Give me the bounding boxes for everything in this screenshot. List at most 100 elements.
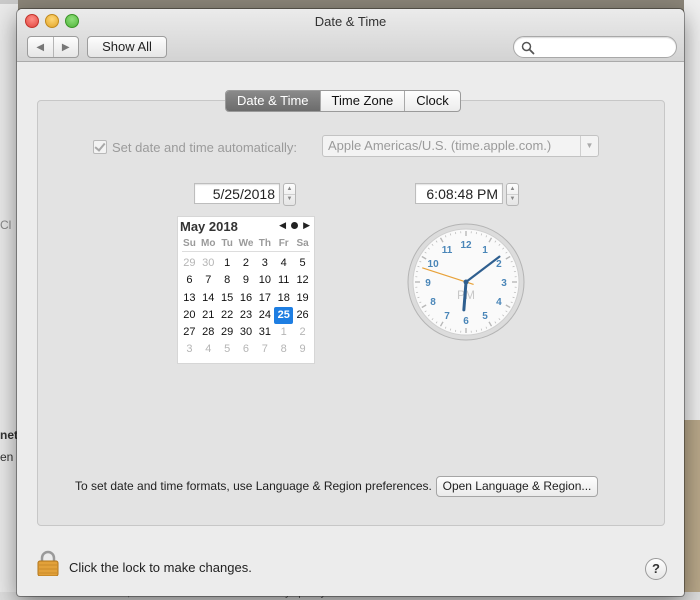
calendar-day[interactable]: 1	[218, 255, 237, 272]
tab-bar: Date & Time Time Zone Clock	[225, 90, 461, 112]
calendar-day[interactable]: 9	[237, 272, 256, 289]
calendar-day[interactable]: 15	[218, 290, 237, 307]
lock-icon[interactable]	[37, 550, 59, 576]
background-text-fragment: Cl	[0, 218, 12, 232]
previous-month-icon[interactable]: ◀	[279, 220, 286, 231]
time-stepper[interactable]: ▲ ▼	[506, 183, 519, 206]
clock-numeral: 7	[444, 311, 450, 322]
calendar-day[interactable]: 7	[199, 272, 218, 289]
clock-numeral: 1	[482, 245, 488, 256]
help-button[interactable]: ?	[645, 558, 667, 580]
calendar-weekday: Fr	[278, 238, 289, 249]
clock-numeral: 2	[496, 259, 502, 270]
stepper-down-icon[interactable]: ▼	[284, 194, 295, 204]
clock-numeral: 9	[425, 278, 431, 289]
calendar-day[interactable]: 30	[237, 324, 256, 341]
calendar-day[interactable]: 6	[180, 272, 199, 289]
background-window-right	[684, 0, 700, 600]
calendar-day[interactable]: 2	[293, 324, 312, 341]
tab-clock[interactable]: Clock	[404, 91, 460, 111]
clock-numeral: 4	[496, 297, 502, 308]
calendar-weekday: We	[238, 238, 254, 249]
calendar-day[interactable]: 6	[237, 341, 256, 358]
calendar-day[interactable]: 16	[237, 290, 256, 307]
clock-numeral: 6	[463, 316, 469, 327]
calendar-day[interactable]: 28	[199, 324, 218, 341]
clock-numeral: 12	[460, 240, 472, 251]
search-icon	[521, 41, 535, 55]
calendar-day[interactable]: 27	[180, 324, 199, 341]
calendar-day[interactable]: 10	[255, 272, 274, 289]
time-field[interactable]: 6:08:48 PM	[415, 183, 503, 204]
analog-clock: 121234567891011PM	[407, 223, 525, 341]
calendar-day[interactable]: 29	[180, 255, 199, 272]
back-forward-control: ◀ ▶	[27, 36, 79, 58]
calendar-day[interactable]: 4	[199, 341, 218, 358]
calendar-day[interactable]: 21	[199, 307, 218, 324]
auto-time-row: Set date and time automatically:	[93, 137, 297, 157]
lock-message: Click the lock to make changes.	[69, 560, 252, 575]
calendar-divider	[182, 251, 310, 252]
time-server-value: Apple Americas/U.S. (time.apple.com.)	[328, 138, 552, 153]
calendar-day[interactable]: 3	[255, 255, 274, 272]
calendar-day[interactable]: 22	[218, 307, 237, 324]
calendar-weekday-row: Su Mo Tu We Th Fr Sa	[180, 238, 312, 249]
calendar-day[interactable]: 11	[274, 272, 293, 289]
calendar-day[interactable]: 5	[218, 341, 237, 358]
calendar-day[interactable]: 1	[274, 324, 293, 341]
chevron-left-icon: ◀	[36, 41, 45, 53]
show-all-button[interactable]: Show All	[87, 36, 167, 58]
background-text-fragment: en	[0, 450, 14, 464]
forward-button[interactable]: ▶	[52, 37, 79, 57]
calendar-day[interactable]: 8	[274, 341, 293, 358]
calendar-day[interactable]: 14	[199, 290, 218, 307]
calendar-day-grid: 29 30 1 2 3 4 5 6 7 8 9 10 11 12 13 14 15 16 17 18 19 20 21 22 2…	[180, 255, 312, 359]
auto-time-checkbox[interactable]	[93, 140, 107, 154]
background-text-fragment: net	[0, 428, 18, 442]
search-input[interactable]	[513, 36, 677, 58]
date-time-window: Date & Time ◀ ▶ Show All Date & Time Tim…	[17, 9, 684, 596]
calendar-day[interactable]: 3	[180, 341, 199, 358]
calendar-day[interactable]: 5	[293, 255, 312, 272]
time-server-select[interactable]: Apple Americas/U.S. (time.apple.com.) ▼	[322, 135, 599, 157]
date-field[interactable]: 5/25/2018	[194, 183, 280, 204]
calendar-day[interactable]: 23	[237, 307, 256, 324]
calendar-day[interactable]: 30	[199, 255, 218, 272]
auto-time-label: Set date and time automatically:	[112, 139, 297, 155]
calendar-day[interactable]: 12	[293, 272, 312, 289]
clock-hour-hand	[462, 280, 468, 312]
calendar-day[interactable]: 7	[255, 341, 274, 358]
calendar-day[interactable]: 9	[293, 341, 312, 358]
calendar-day-selected[interactable]: 25	[274, 306, 294, 325]
open-language-region-button[interactable]: Open Language & Region...	[436, 476, 598, 497]
clock-numeral: 8	[430, 297, 436, 308]
clock-numeral: 10	[428, 259, 440, 270]
calendar-weekday: Sa	[296, 238, 309, 249]
calendar-day[interactable]: 31	[255, 324, 274, 341]
date-stepper[interactable]: ▲ ▼	[283, 183, 296, 206]
tab-time-zone[interactable]: Time Zone	[319, 91, 405, 111]
tab-date-time[interactable]: Date & Time	[226, 91, 320, 111]
today-dot-icon[interactable]	[291, 222, 299, 229]
background-strip	[0, 0, 18, 4]
calendar-day[interactable]: 4	[274, 255, 293, 272]
calendar-header: May 2018 ◀ ▶	[178, 217, 314, 235]
window-title: Date & Time	[314, 14, 387, 29]
next-month-icon[interactable]: ▶	[303, 220, 310, 231]
calendar-weekday: Th	[258, 238, 271, 249]
calendar-day[interactable]: 20	[180, 307, 199, 324]
calendar-day[interactable]: 19	[293, 290, 312, 307]
calendar-day[interactable]: 26	[293, 307, 312, 324]
calendar-day[interactable]: 2	[237, 255, 256, 272]
calendar-weekday: Su	[183, 238, 196, 249]
calendar-day[interactable]: 24	[255, 307, 274, 324]
calendar-day[interactable]: 29	[218, 324, 237, 341]
calendar-day[interactable]: 17	[255, 290, 274, 307]
calendar-day[interactable]: 13	[180, 290, 199, 307]
back-button[interactable]: ◀	[28, 37, 53, 57]
calendar-day[interactable]: 8	[218, 272, 237, 289]
stepper-down-icon[interactable]: ▼	[507, 194, 518, 204]
calendar-nav: ◀ ▶	[279, 220, 310, 231]
calendar-day[interactable]: 18	[274, 290, 293, 307]
chevron-down-icon: ▼	[580, 136, 598, 156]
